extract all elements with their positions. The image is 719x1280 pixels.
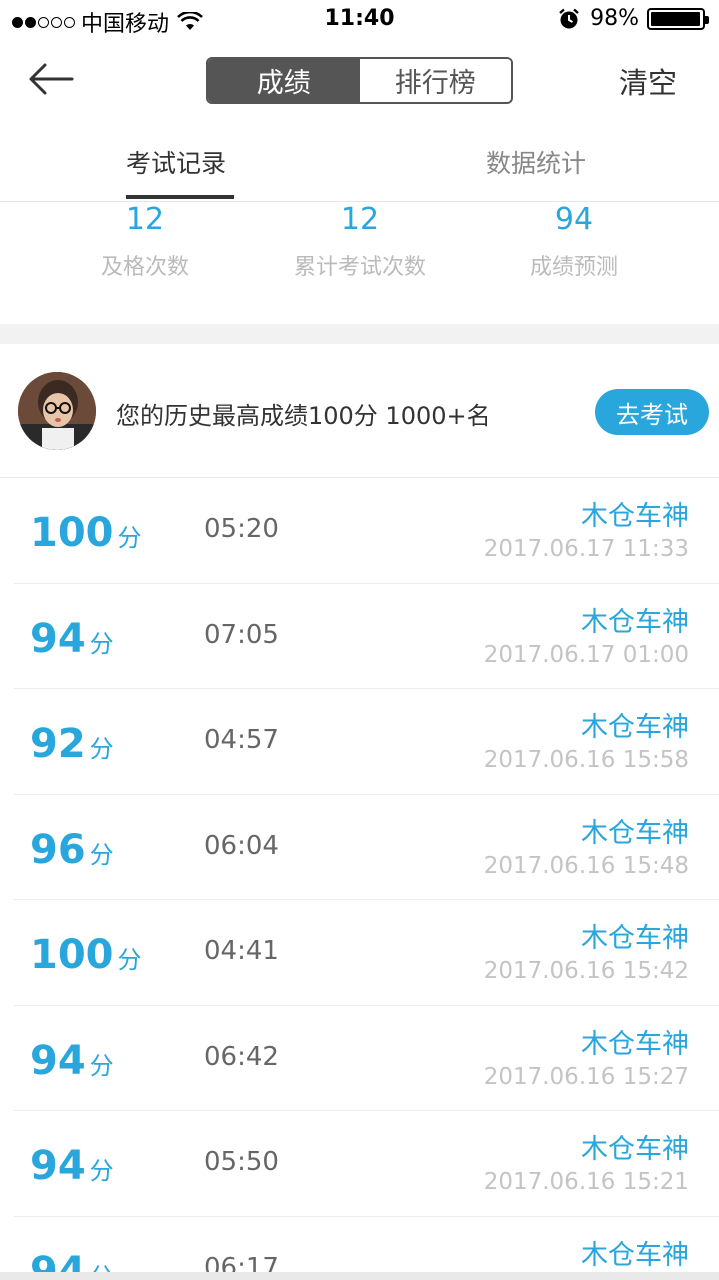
record-driver: 木仓车神 bbox=[581, 1239, 689, 1271]
record-duration: 06:42 bbox=[204, 1041, 279, 1072]
segment-scores[interactable]: 成绩 bbox=[208, 59, 360, 102]
record-driver: 木仓车神 bbox=[581, 606, 689, 638]
record-row[interactable]: 94分 06:17 木仓车神 bbox=[14, 1217, 719, 1280]
score-unit: 分 bbox=[89, 1157, 114, 1185]
back-arrow-icon[interactable] bbox=[28, 60, 74, 98]
clear-button[interactable]: 清空 bbox=[619, 60, 677, 102]
record-row[interactable]: 94 分 07:05 木仓车神 2017.06.17 01:00 bbox=[14, 584, 719, 689]
avatar-image bbox=[18, 372, 96, 450]
record-datetime: 2017.06.16 15:27 bbox=[483, 1063, 689, 1090]
record-duration: 07:05 bbox=[204, 619, 279, 650]
stat-value: 12 bbox=[340, 202, 380, 237]
battery-icon bbox=[647, 7, 709, 30]
stat-value: 12 bbox=[125, 202, 165, 237]
section-divider bbox=[0, 324, 719, 344]
record-driver: 木仓车神 bbox=[581, 923, 689, 954]
stat-label: 累计考试次数 bbox=[293, 255, 426, 280]
record-duration: 04:41 bbox=[204, 936, 279, 966]
score-value: 94 bbox=[30, 1143, 86, 1189]
record-row[interactable]: 94 分 05:50 木仓车神 2017.06.16 15:21 bbox=[14, 1111, 719, 1217]
score-value: 100 bbox=[30, 510, 114, 556]
score-value: 96 bbox=[30, 826, 86, 873]
tab-bar: 考试记录 数据统计 bbox=[0, 122, 719, 202]
score-value: 92 bbox=[30, 721, 86, 767]
score-value: 100 bbox=[30, 932, 114, 978]
tab-exam-records[interactable]: 考试记录 bbox=[126, 144, 226, 180]
status-bar: 中国移动 11:40 98% bbox=[0, 0, 719, 40]
stats-summary: 12 及格次数 12 累计考试次数 94 成绩预测 bbox=[0, 202, 719, 324]
record-score: 94分 bbox=[30, 616, 114, 662]
record-datetime: 2017.06.16 15:42 bbox=[483, 958, 689, 984]
record-row[interactable]: 100 分 04:41 木仓车神 2017.06.16 15:42 bbox=[14, 900, 719, 1006]
score-unit: 分 bbox=[89, 735, 114, 763]
record-score: 100 分 bbox=[30, 932, 142, 978]
records-list: 100 分 05:20 木仓车神 2017.06.17 11:33 94 分 07:… bbox=[0, 478, 719, 1280]
score-value: 94 bbox=[30, 615, 86, 662]
best-score-text: 您的历史最高成绩100分 1000+名 bbox=[116, 402, 491, 430]
record-row[interactable]: 94 分 06:42 木仓车神 2017.06.16 15:27 bbox=[14, 1006, 719, 1111]
record-datetime: 2017.06.16 15:21 bbox=[483, 1169, 689, 1195]
go-exam-button[interactable]: 去考试 bbox=[595, 389, 709, 435]
score-unit: 分 bbox=[117, 524, 142, 552]
stat-score-prediction: 94 成绩预测 bbox=[464, 202, 684, 281]
record-score: 92 分 bbox=[30, 721, 114, 767]
record-row[interactable]: 100 分 05:20 木仓车神 2017.06.17 11:33 bbox=[14, 478, 719, 584]
record-driver: 木仓车神 bbox=[581, 501, 689, 532]
record-score: 94分 bbox=[30, 1143, 114, 1189]
record-datetime: 2017.06.16 15:58 bbox=[483, 747, 689, 773]
score-unit: 分 bbox=[117, 946, 142, 974]
nav-bar: 成绩 排行榜 清空 bbox=[0, 40, 719, 122]
battery-percent: 98% bbox=[590, 6, 639, 31]
record-duration: 05:20 bbox=[204, 514, 279, 544]
stat-total-exams: 12 累计考试次数 bbox=[250, 202, 470, 281]
record-driver: 木仓车神 bbox=[581, 817, 689, 849]
stat-value: 94 bbox=[554, 202, 594, 237]
record-duration: 05:50 bbox=[204, 1147, 279, 1177]
score-unit: 分 bbox=[89, 629, 114, 658]
status-right: 98% bbox=[558, 6, 709, 31]
record-duration: 04:57 bbox=[204, 725, 279, 755]
segment-ranking[interactable]: 排行榜 bbox=[359, 59, 511, 102]
record-driver: 木仓车神 bbox=[581, 1134, 689, 1165]
tab-indicator bbox=[126, 195, 234, 199]
record-datetime: 2017.06.16 15:48 bbox=[483, 852, 689, 879]
record-driver: 木仓车神 bbox=[581, 1028, 689, 1060]
record-driver: 木仓车神 bbox=[581, 712, 689, 743]
stat-label: 成绩预测 bbox=[529, 255, 618, 280]
avatar[interactable] bbox=[18, 372, 96, 450]
alarm-clock-icon bbox=[559, 8, 579, 28]
record-datetime: 2017.06.17 01:00 bbox=[483, 641, 689, 668]
segment-control: 成绩 排行榜 bbox=[206, 57, 513, 104]
bottom-bar bbox=[0, 1272, 719, 1280]
record-score: 96 分 bbox=[30, 827, 114, 873]
stat-pass-count: 12 及格次数 bbox=[35, 202, 255, 281]
stat-label: 及格次数 bbox=[100, 255, 189, 280]
record-row[interactable]: 92 分 04:57 木仓车神 2017.06.16 15:58 bbox=[14, 689, 719, 795]
score-value: 94 bbox=[30, 1037, 86, 1084]
record-score: 94分 bbox=[30, 1038, 114, 1084]
best-score-row: 您的历史最高成绩100分 1000+名 去考试 bbox=[0, 344, 719, 478]
record-row[interactable]: 96 分 06:04 木仓车神 2017.06.16 15:48 bbox=[14, 795, 719, 900]
record-duration: 06:04 bbox=[204, 830, 279, 861]
tab-data-stats[interactable]: 数据统计 bbox=[486, 144, 586, 180]
score-unit: 分 bbox=[89, 840, 114, 869]
record-datetime: 2017.06.17 11:33 bbox=[483, 536, 689, 562]
record-score: 100 分 bbox=[30, 510, 142, 556]
score-unit: 分 bbox=[89, 1051, 114, 1080]
